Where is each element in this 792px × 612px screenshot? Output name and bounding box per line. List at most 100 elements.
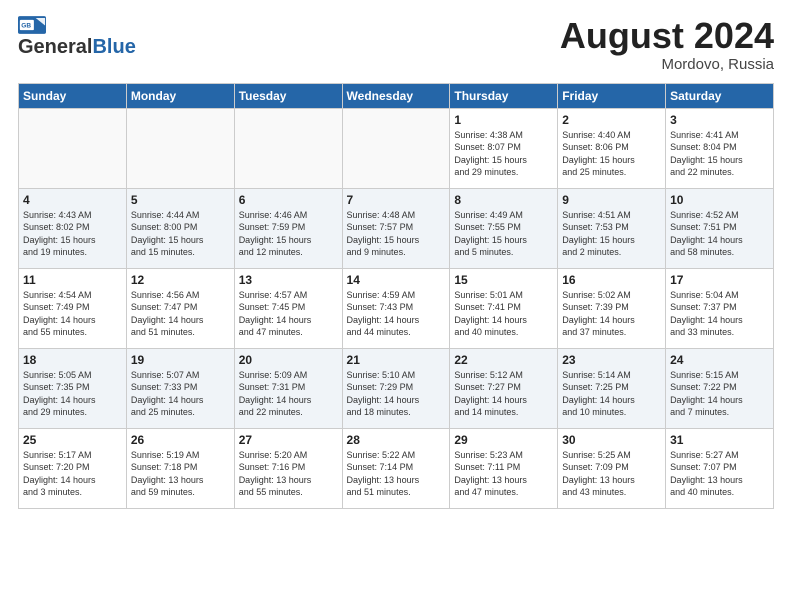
logo: GB General Blue — [18, 16, 136, 59]
table-row: 28 Sunrise: 5:22 AM Sunset: 7:14 PM Dayli… — [342, 428, 450, 508]
day-info: Sunrise: 5:02 AM Sunset: 7:39 PM Dayligh… — [562, 289, 661, 339]
day-number: 2 — [562, 113, 661, 127]
table-row: 2 Sunrise: 4:40 AM Sunset: 8:06 PM Daylig… — [558, 108, 666, 188]
day-info: Sunrise: 5:15 AM Sunset: 7:22 PM Dayligh… — [670, 369, 769, 419]
day-number: 12 — [131, 273, 230, 287]
day-info: Sunrise: 4:44 AM Sunset: 8:00 PM Dayligh… — [131, 209, 230, 259]
table-row: 12 Sunrise: 4:56 AM Sunset: 7:47 PM Dayli… — [126, 268, 234, 348]
day-info: Sunrise: 4:49 AM Sunset: 7:55 PM Dayligh… — [454, 209, 553, 259]
col-friday: Friday — [558, 83, 666, 108]
day-number: 11 — [23, 273, 122, 287]
day-info: Sunrise: 4:54 AM Sunset: 7:49 PM Dayligh… — [23, 289, 122, 339]
table-row — [19, 108, 127, 188]
day-number: 7 — [347, 193, 446, 207]
day-number: 26 — [131, 433, 230, 447]
day-number: 15 — [454, 273, 553, 287]
table-row: 21 Sunrise: 5:10 AM Sunset: 7:29 PM Dayli… — [342, 348, 450, 428]
day-info: Sunrise: 5:20 AM Sunset: 7:16 PM Dayligh… — [239, 449, 338, 499]
table-row: 16 Sunrise: 5:02 AM Sunset: 7:39 PM Dayli… — [558, 268, 666, 348]
table-row: 29Sunrise: 5:23 AM Sunset: 7:11 PM Dayli… — [450, 428, 558, 508]
table-row: 27 Sunrise: 5:20 AM Sunset: 7:16 PM Dayli… — [234, 428, 342, 508]
calendar-week-row: 4Sunrise: 4:43 AM Sunset: 8:02 PM Daylig… — [19, 188, 774, 268]
table-row: 31 Sunrise: 5:27 AM Sunset: 7:07 PM Dayli… — [666, 428, 774, 508]
day-number: 31 — [670, 433, 769, 447]
header: GB General Blue August 2024 Mordovo, Rus… — [18, 16, 774, 73]
table-row: 9Sunrise: 4:51 AM Sunset: 7:53 PM Daylig… — [558, 188, 666, 268]
day-number: 17 — [670, 273, 769, 287]
day-number: 25 — [23, 433, 122, 447]
day-info: Sunrise: 5:12 AM Sunset: 7:27 PM Dayligh… — [454, 369, 553, 419]
table-row: 15 Sunrise: 5:01 AM Sunset: 7:41 PM Dayli… — [450, 268, 558, 348]
calendar-header-row: Sunday Monday Tuesday Wednesday Thursday… — [19, 83, 774, 108]
logo-blue: Blue — [92, 36, 135, 59]
table-row: 7 Sunrise: 4:48 AM Sunset: 7:57 PM Daylig… — [342, 188, 450, 268]
calendar-table: Sunday Monday Tuesday Wednesday Thursday… — [18, 83, 774, 509]
location: Mordovo, Russia — [560, 56, 774, 73]
day-number: 27 — [239, 433, 338, 447]
calendar-page: GB General Blue August 2024 Mordovo, Rus… — [0, 0, 792, 612]
svg-text:GB: GB — [21, 22, 31, 29]
table-row: 8 Sunrise: 4:49 AM Sunset: 7:55 PM Daylig… — [450, 188, 558, 268]
day-info: Sunrise: 4:52 AM Sunset: 7:51 PM Dayligh… — [670, 209, 769, 259]
table-row: 18 Sunrise: 5:05 AM Sunset: 7:35 PM Dayli… — [19, 348, 127, 428]
day-number: 6 — [239, 193, 338, 207]
table-row — [234, 108, 342, 188]
day-info: Sunrise: 5:22 AM Sunset: 7:14 PM Dayligh… — [347, 449, 446, 499]
calendar-week-row: 18 Sunrise: 5:05 AM Sunset: 7:35 PM Dayli… — [19, 348, 774, 428]
day-info: Sunrise: 4:59 AM Sunset: 7:43 PM Dayligh… — [347, 289, 446, 339]
day-number: 30 — [562, 433, 661, 447]
month-title: August 2024 — [560, 16, 774, 56]
logo-icon: GB — [18, 16, 46, 34]
day-info: Sunrise: 5:05 AM Sunset: 7:35 PM Dayligh… — [23, 369, 122, 419]
day-info: Sunrise: 5:10 AM Sunset: 7:29 PM Dayligh… — [347, 369, 446, 419]
table-row: 6 Sunrise: 4:46 AM Sunset: 7:59 PM Daylig… — [234, 188, 342, 268]
day-number: 16 — [562, 273, 661, 287]
table-row: 20Sunrise: 5:09 AM Sunset: 7:31 PM Dayli… — [234, 348, 342, 428]
day-info: Sunrise: 4:57 AM Sunset: 7:45 PM Dayligh… — [239, 289, 338, 339]
table-row: 10 Sunrise: 4:52 AM Sunset: 7:51 PM Dayli… — [666, 188, 774, 268]
day-info: Sunrise: 5:01 AM Sunset: 7:41 PM Dayligh… — [454, 289, 553, 339]
day-number: 10 — [670, 193, 769, 207]
table-row: 26 Sunrise: 5:19 AM Sunset: 7:18 PM Dayli… — [126, 428, 234, 508]
table-row: 1 Sunrise: 4:38 AM Sunset: 8:07 PM Daylig… — [450, 108, 558, 188]
title-block: August 2024 Mordovo, Russia — [560, 16, 774, 73]
day-info: Sunrise: 4:48 AM Sunset: 7:57 PM Dayligh… — [347, 209, 446, 259]
day-info: Sunrise: 5:04 AM Sunset: 7:37 PM Dayligh… — [670, 289, 769, 339]
table-row: 5Sunrise: 4:44 AM Sunset: 8:00 PM Daylig… — [126, 188, 234, 268]
calendar-week-row: 1 Sunrise: 4:38 AM Sunset: 8:07 PM Daylig… — [19, 108, 774, 188]
day-info: Sunrise: 5:27 AM Sunset: 7:07 PM Dayligh… — [670, 449, 769, 499]
table-row: 14 Sunrise: 4:59 AM Sunset: 7:43 PM Dayli… — [342, 268, 450, 348]
table-row: 30 Sunrise: 5:25 AM Sunset: 7:09 PM Dayli… — [558, 428, 666, 508]
day-number: 28 — [347, 433, 446, 447]
day-info: Sunrise: 5:19 AM Sunset: 7:18 PM Dayligh… — [131, 449, 230, 499]
col-saturday: Saturday — [666, 83, 774, 108]
day-number: 22 — [454, 353, 553, 367]
logo-general: General — [18, 36, 92, 59]
table-row: 25Sunrise: 5:17 AM Sunset: 7:20 PM Dayli… — [19, 428, 127, 508]
day-number: 8 — [454, 193, 553, 207]
table-row: 4Sunrise: 4:43 AM Sunset: 8:02 PM Daylig… — [19, 188, 127, 268]
day-number: 21 — [347, 353, 446, 367]
table-row: 19Sunrise: 5:07 AM Sunset: 7:33 PM Dayli… — [126, 348, 234, 428]
calendar-week-row: 11 Sunrise: 4:54 AM Sunset: 7:49 PM Dayli… — [19, 268, 774, 348]
day-number: 14 — [347, 273, 446, 287]
col-thursday: Thursday — [450, 83, 558, 108]
day-info: Sunrise: 4:41 AM Sunset: 8:04 PM Dayligh… — [670, 129, 769, 179]
table-row — [126, 108, 234, 188]
day-number: 4 — [23, 193, 122, 207]
day-info: Sunrise: 5:25 AM Sunset: 7:09 PM Dayligh… — [562, 449, 661, 499]
day-number: 20 — [239, 353, 338, 367]
day-number: 1 — [454, 113, 553, 127]
table-row: 11 Sunrise: 4:54 AM Sunset: 7:49 PM Dayli… — [19, 268, 127, 348]
day-info: Sunrise: 4:56 AM Sunset: 7:47 PM Dayligh… — [131, 289, 230, 339]
day-info: Sunrise: 4:40 AM Sunset: 8:06 PM Dayligh… — [562, 129, 661, 179]
table-row: 22 Sunrise: 5:12 AM Sunset: 7:27 PM Dayli… — [450, 348, 558, 428]
day-number: 18 — [23, 353, 122, 367]
table-row: 13Sunrise: 4:57 AM Sunset: 7:45 PM Dayli… — [234, 268, 342, 348]
col-monday: Monday — [126, 83, 234, 108]
day-info: Sunrise: 4:38 AM Sunset: 8:07 PM Dayligh… — [454, 129, 553, 179]
day-info: Sunrise: 5:23 AM Sunset: 7:11 PM Dayligh… — [454, 449, 553, 499]
day-number: 23 — [562, 353, 661, 367]
day-info: Sunrise: 4:46 AM Sunset: 7:59 PM Dayligh… — [239, 209, 338, 259]
table-row: 17 Sunrise: 5:04 AM Sunset: 7:37 PM Dayli… — [666, 268, 774, 348]
